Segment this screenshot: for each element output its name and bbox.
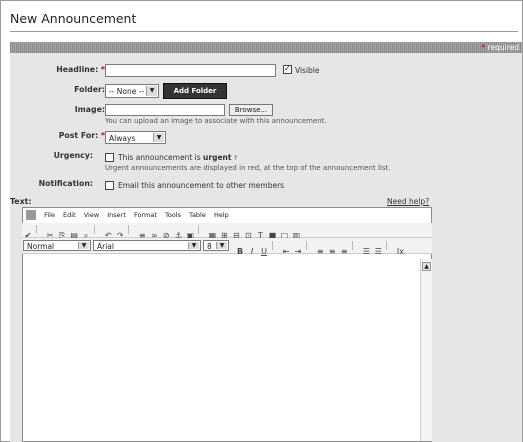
align-right-icon[interactable]: ≡ [339,247,349,256]
bold-icon[interactable]: B [235,247,245,256]
toolbar-separator [94,225,96,234]
post-for-label: Post For: * [10,131,105,140]
editor-toolbar-2: Normal ▼ Arial ▼ 8 ▼ BIU ⇤ ⇥ ≡ ≡ ≡ ☰ ☰ Ix [22,238,432,256]
chevron-down-icon: ▼ [146,86,157,96]
folder-label: Folder: [74,85,105,94]
urgency-help-icon[interactable]: ? [234,155,237,162]
folder-select[interactable]: -- None -- ▼ [105,84,159,98]
image-file-input[interactable] [105,104,225,116]
toolbar-separator [386,241,388,250]
toolbar-separator [306,241,308,250]
size-selected-value: 8 [207,242,212,251]
menu-help[interactable]: Help [214,211,229,219]
add-folder-button[interactable]: Add Folder [163,83,227,99]
editor-content-area[interactable] [23,259,419,441]
chevron-down-icon: ▼ [216,242,227,249]
font-select[interactable]: Arial ▼ [93,240,201,251]
required-note: * required [481,42,519,53]
chevron-down-icon: ▼ [78,242,89,249]
headline-input[interactable] [105,64,276,77]
urgent-checkbox[interactable] [105,153,114,162]
text-label: Text: [10,197,32,206]
chevron-down-icon: ▼ [188,242,199,249]
need-help-link[interactable]: Need help? [387,197,429,206]
urgency-text: This announcement is urgent ? [118,153,237,162]
editor-logo-icon [26,210,36,220]
editor-toolbar-1: ✔ ✂ ⎘ ▤ ⌕ ↶ ↷ ≡ ∞ ⊘ ⚓ ▣ ▦ ⊞ ⊟ ⊡ T ■ □ ▥ [22,223,432,240]
indent-icon[interactable]: ⇥ [293,247,303,256]
scroll-up-icon[interactable]: ▲ [422,262,431,271]
align-center-icon[interactable]: ≡ [327,247,337,256]
editor-menubar: File Edit View Insert Format Tools Table… [26,210,235,222]
toolbar-separator [36,225,37,234]
toolbar-separator [352,241,354,250]
notification-checkbox[interactable] [105,181,114,190]
urgency-hint: Urgent announcements are displayed in re… [105,164,391,172]
toolbar-separator [198,225,200,234]
underline-icon[interactable]: U [259,247,269,256]
urgency-text-prefix: This announcement is [118,153,201,162]
post-for-label-text: Post For: [58,131,99,140]
menu-format[interactable]: Format [134,211,157,219]
font-selected-value: Arial [97,242,114,251]
menu-table[interactable]: Table [189,211,206,219]
required-bar: * required [10,42,522,53]
menu-edit[interactable]: Edit [63,211,76,219]
visible-checkbox[interactable]: ✓ [283,64,292,74]
menu-view[interactable]: View [84,211,99,219]
menu-file[interactable]: File [44,211,55,219]
style-select[interactable]: Normal ▼ [23,240,91,251]
size-select[interactable]: 8 ▼ [203,240,229,251]
align-left-icon[interactable]: ≡ [315,247,325,256]
notification-label: Notification: [38,179,93,188]
urgency-label: Urgency: [53,151,93,160]
style-selected-value: Normal [27,242,55,251]
editor-scrollbar[interactable]: ▲ [420,259,432,441]
outdent-icon[interactable]: ⇤ [281,247,291,256]
chevron-down-icon: ▼ [153,133,164,142]
image-hint: You can upload an image to associate wit… [105,117,327,125]
italic-icon[interactable]: I [247,247,257,256]
bullet-list-icon[interactable]: ☰ [373,247,383,256]
notification-text: Email this announcement to other members [118,181,285,190]
remove-format-icon[interactable]: Ix [395,247,405,256]
toolbar-separator [272,241,273,250]
browse-button[interactable]: Browse... [229,104,273,116]
visible-label: Visible [295,66,320,75]
toolbar-separator [128,225,130,234]
required-label: required [487,43,519,52]
title-divider [10,31,518,32]
image-label: Image: [74,105,105,114]
required-asterisk: * [481,43,486,52]
urgency-bold-word: urgent [203,153,232,162]
post-for-selected-value: Always [109,134,136,143]
menu-insert[interactable]: Insert [107,211,126,219]
folder-selected-value: -- None -- [109,87,145,96]
headline-label-text: Headline: [56,65,99,74]
format-buttons: BIU ⇤ ⇥ ≡ ≡ ≡ ☰ ☰ Ix [234,239,406,258]
post-for-select[interactable]: Always ▼ [105,131,166,144]
ordered-list-icon[interactable]: ☰ [361,247,371,256]
menu-tools[interactable]: Tools [165,211,181,219]
page-title: New Announcement [10,11,137,26]
headline-label: Headline: * [10,65,105,74]
